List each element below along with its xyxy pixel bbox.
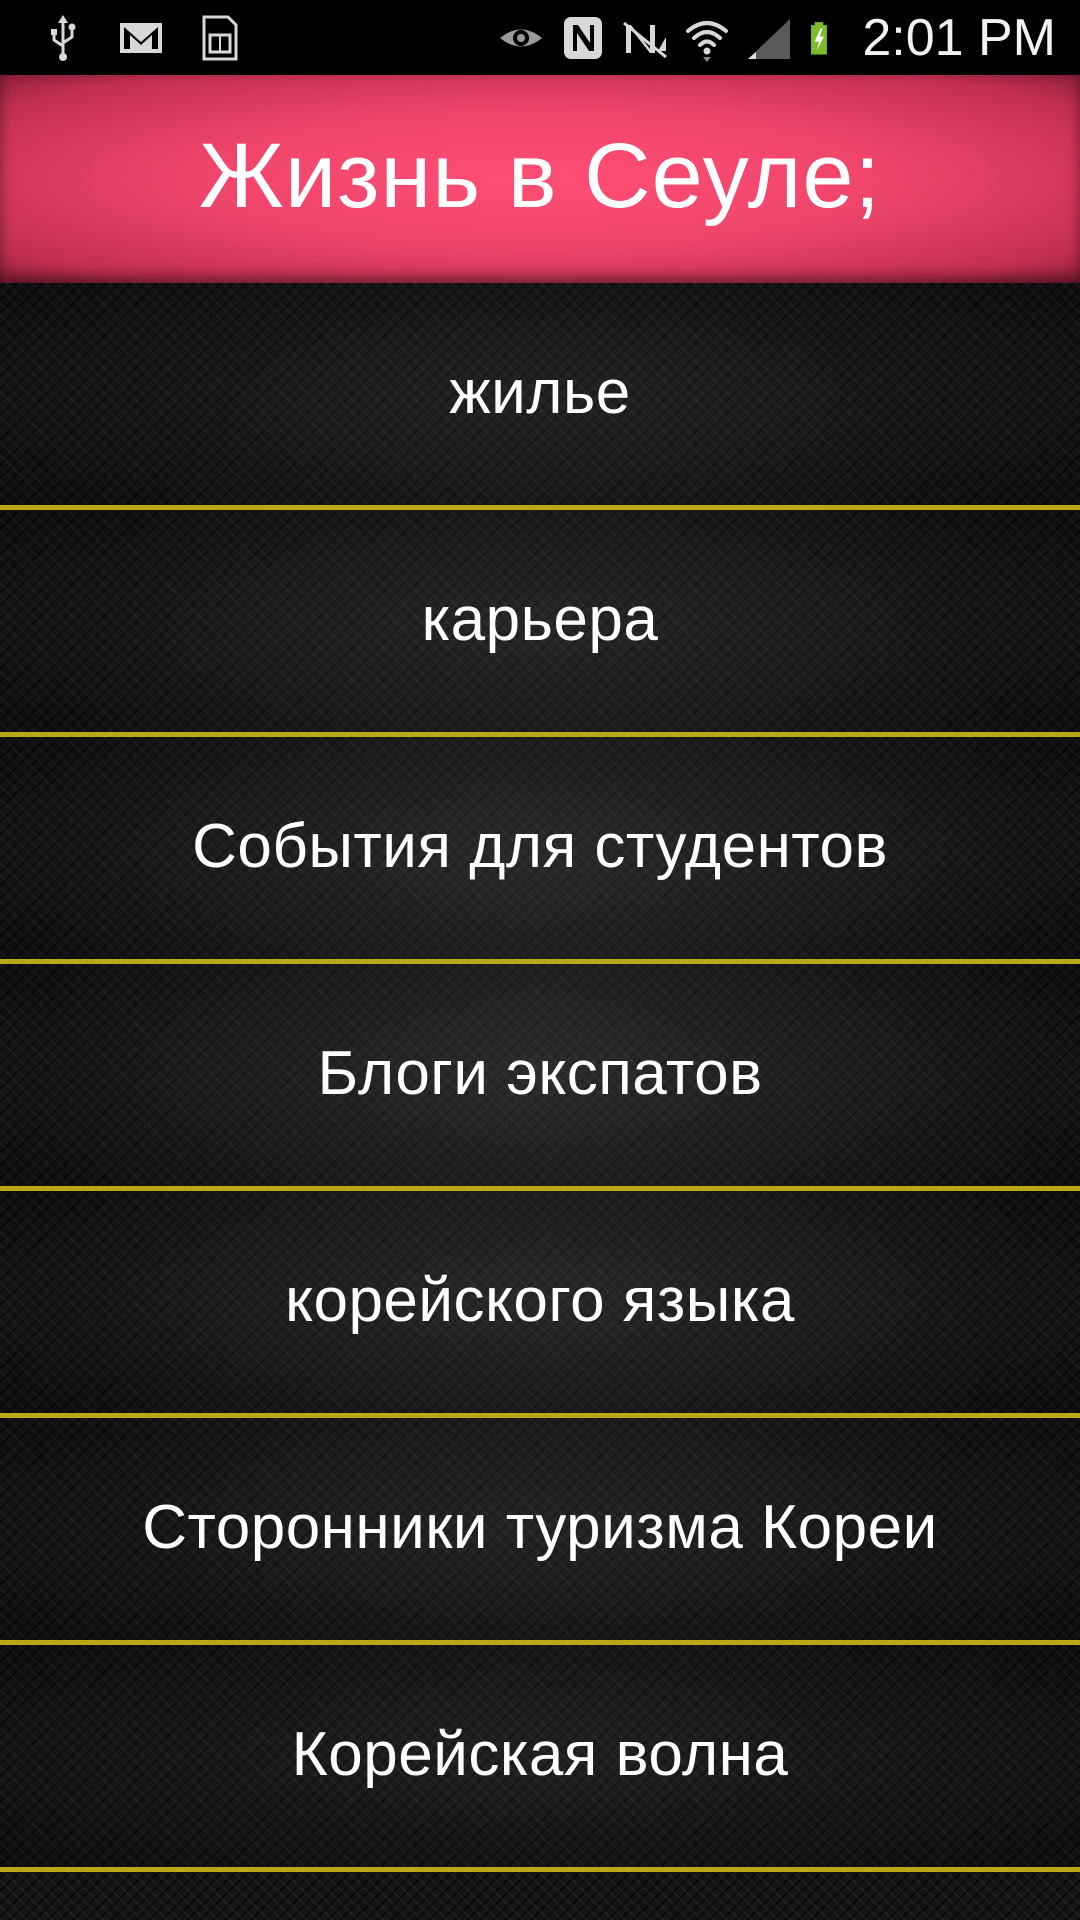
- menu-item-label: Блоги экспатов: [317, 1038, 763, 1108]
- menu-item-tourism-supporters[interactable]: Сторонники туризма Кореи: [0, 1418, 1080, 1645]
- page-title: Жизнь в Сеуле;: [198, 124, 882, 227]
- status-bar-right: 2:01 PM: [496, 0, 1056, 75]
- gmail-icon: [120, 22, 162, 53]
- app-screen: 2:01 PM Жизнь в Сеуле; жилье карьера Соб…: [0, 0, 1080, 1920]
- menu-item-label: жилье: [449, 357, 631, 427]
- wifi-icon: [686, 20, 729, 62]
- menu-item-label: карьера: [421, 584, 659, 654]
- eye-icon: [500, 29, 543, 46]
- signal-icon: [748, 18, 791, 59]
- menu-item-student-events[interactable]: События для студентов: [0, 737, 1080, 964]
- menu-item-label: Корейская волна: [291, 1719, 789, 1789]
- status-time: 2:01 PM: [862, 8, 1056, 67]
- status-bar-left: [38, 0, 244, 75]
- menu-item-expat-blogs[interactable]: Блоги экспатов: [0, 964, 1080, 1191]
- usb-icon: [51, 14, 76, 61]
- battery-charging-icon: [811, 21, 828, 55]
- menu-item-housing[interactable]: жилье: [0, 283, 1080, 510]
- no-signal-icon: [623, 21, 668, 58]
- sim-card-icon: [202, 15, 238, 60]
- menu-item-korean-language[interactable]: корейского языка: [0, 1191, 1080, 1418]
- menu-item-career[interactable]: карьера: [0, 510, 1080, 737]
- menu-item-label: корейского языка: [285, 1265, 795, 1335]
- menu-item-label: События для студентов: [192, 811, 888, 881]
- menu-item-korean-wave[interactable]: Корейская волна: [0, 1645, 1080, 1872]
- nfc-icon: [564, 16, 603, 59]
- status-bar: 2:01 PM: [0, 0, 1080, 75]
- app-header: Жизнь в Сеуле;: [0, 75, 1080, 283]
- menu-item-label: Сторонники туризма Кореи: [142, 1492, 938, 1562]
- menu-list: жилье карьера События для студентов Блог…: [0, 283, 1080, 1920]
